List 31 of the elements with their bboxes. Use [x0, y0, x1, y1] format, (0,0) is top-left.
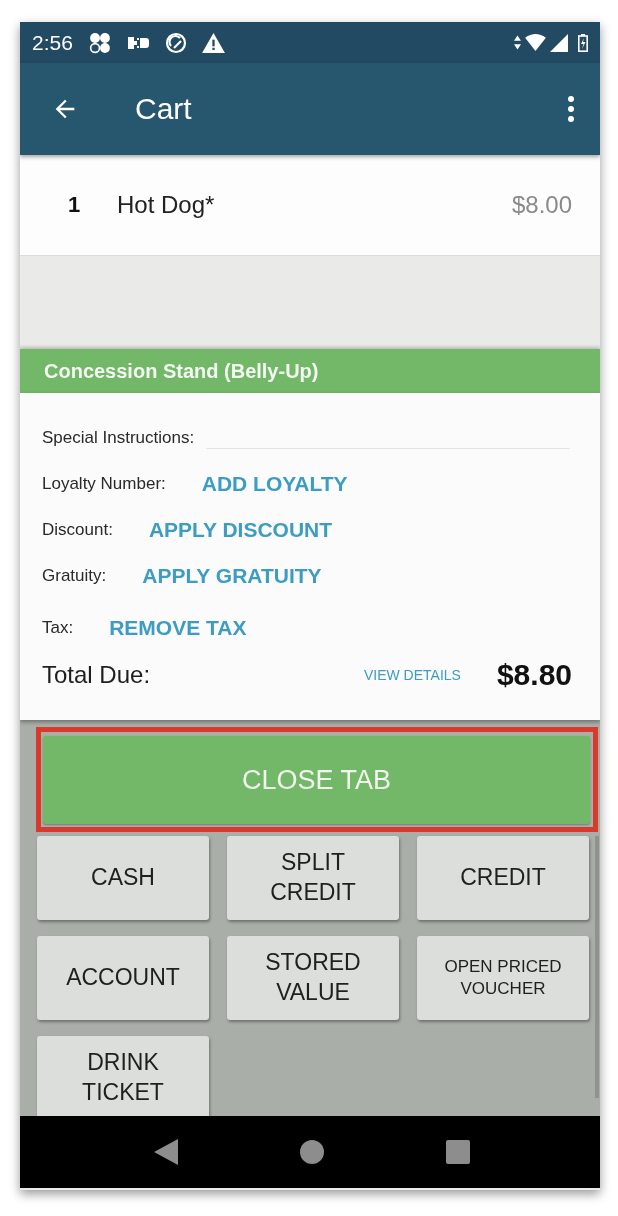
warning-icon: [201, 32, 225, 53]
data-arrows-icon: [514, 35, 521, 50]
app-bar-title: Cart: [135, 92, 192, 126]
field-label: Tax:: [42, 618, 74, 638]
payment-button[interactable]: STORED VALUE: [227, 936, 399, 1020]
cart-item-row[interactable]: 1 Hot Dog* $8.00: [20, 155, 600, 256]
ring-icon: [164, 31, 187, 54]
field-label: Gratuity:: [42, 566, 107, 586]
field-label: Special Instructions:: [42, 428, 195, 448]
item-quantity: 1: [68, 192, 82, 218]
total-amount: $8.80: [496, 658, 572, 692]
item-price: $8.00: [511, 191, 572, 219]
battery-icon: [578, 33, 588, 52]
wifi-icon: [525, 34, 546, 51]
item-name: Hot Dog*: [117, 191, 215, 219]
overflow-menu-icon[interactable]: [568, 96, 574, 122]
payment-button[interactable]: DRINK TICKET: [37, 1036, 209, 1116]
signal-icon: [550, 33, 568, 52]
payment-button[interactable]: CASH: [37, 836, 209, 920]
total-label: Total Due:: [42, 661, 151, 689]
order-header-title: Concession Stand (Belly-Up): [44, 359, 319, 383]
back-icon[interactable]: [154, 1139, 178, 1165]
payment-button[interactable]: CREDIT: [417, 836, 589, 920]
field-label: Loyalty Number:: [42, 474, 166, 494]
field-label: Discount:: [42, 520, 113, 540]
status-time: 2:56: [32, 30, 73, 55]
payment-button[interactable]: SPLIT CREDIT: [227, 836, 399, 920]
home-icon[interactable]: [300, 1140, 324, 1164]
payment-button[interactable]: ACCOUNT: [37, 936, 209, 1020]
clover-icon: [88, 31, 111, 54]
payment-button[interactable]: OPEN PRICED VOUCHER: [417, 936, 589, 1020]
